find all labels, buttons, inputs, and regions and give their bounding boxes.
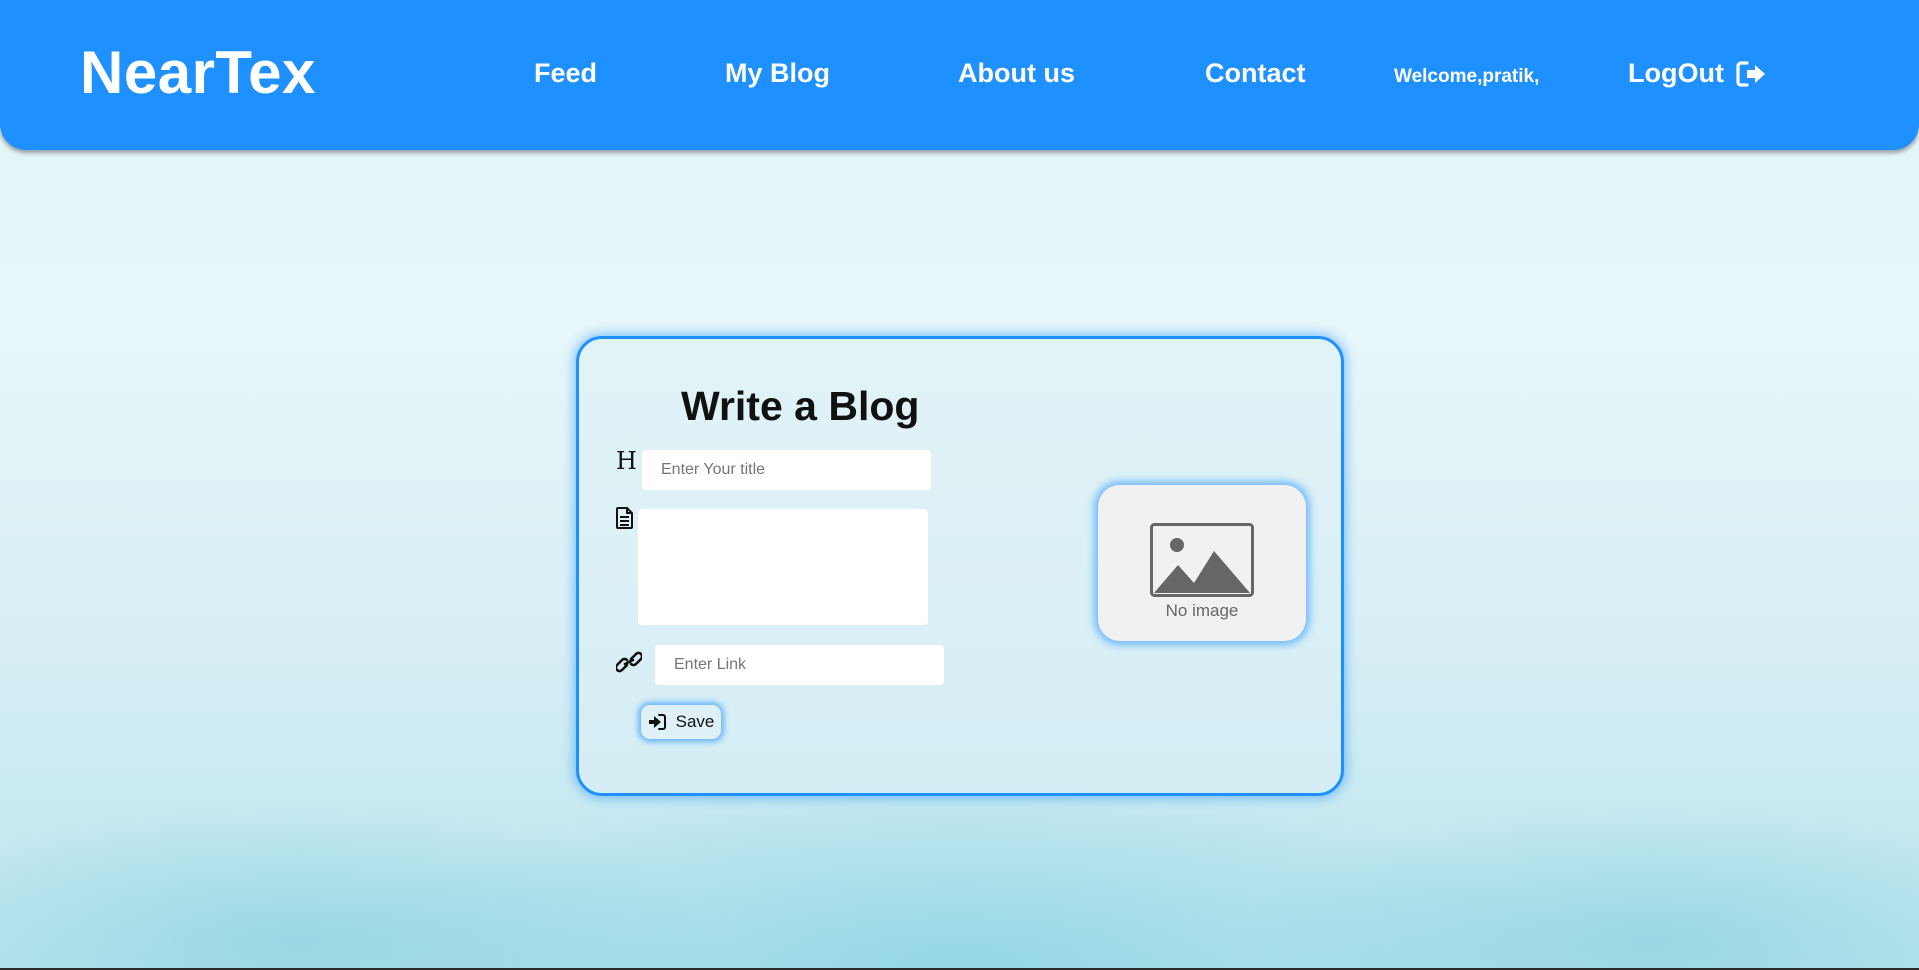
sign-out-icon	[1736, 60, 1765, 87]
link-input[interactable]	[655, 645, 944, 685]
content-textarea[interactable]	[638, 509, 928, 625]
nav-link-contact[interactable]: Contact	[1205, 58, 1306, 89]
save-button[interactable]: Save	[641, 705, 721, 739]
link-icon	[616, 651, 642, 673]
title-input[interactable]	[642, 450, 931, 490]
image-preview[interactable]: No image	[1098, 485, 1306, 641]
no-image-label: No image	[1165, 601, 1239, 620]
welcome-text: Welcome,pratik,	[1394, 66, 1540, 87]
brand-logo[interactable]: NearTex	[80, 38, 316, 107]
logout-label: LogOut	[1628, 58, 1724, 88]
image-placeholder-icon	[1150, 523, 1254, 597]
heading-icon: H	[616, 447, 637, 475]
navbar: NearTex Feed My Blog About us Contact We…	[0, 0, 1919, 150]
save-label: Save	[675, 712, 715, 731]
logout-button[interactable]: LogOut	[1628, 58, 1766, 89]
sign-in-icon	[648, 714, 666, 730]
nav-link-my-blog[interactable]: My Blog	[725, 58, 830, 89]
nav-link-about-us[interactable]: About us	[958, 58, 1075, 89]
page-title: Write a Blog	[681, 383, 920, 429]
document-icon	[616, 507, 633, 529]
write-blog-card: Write a Blog H Save No image	[576, 336, 1344, 796]
nav-link-feed[interactable]: Feed	[534, 58, 597, 89]
